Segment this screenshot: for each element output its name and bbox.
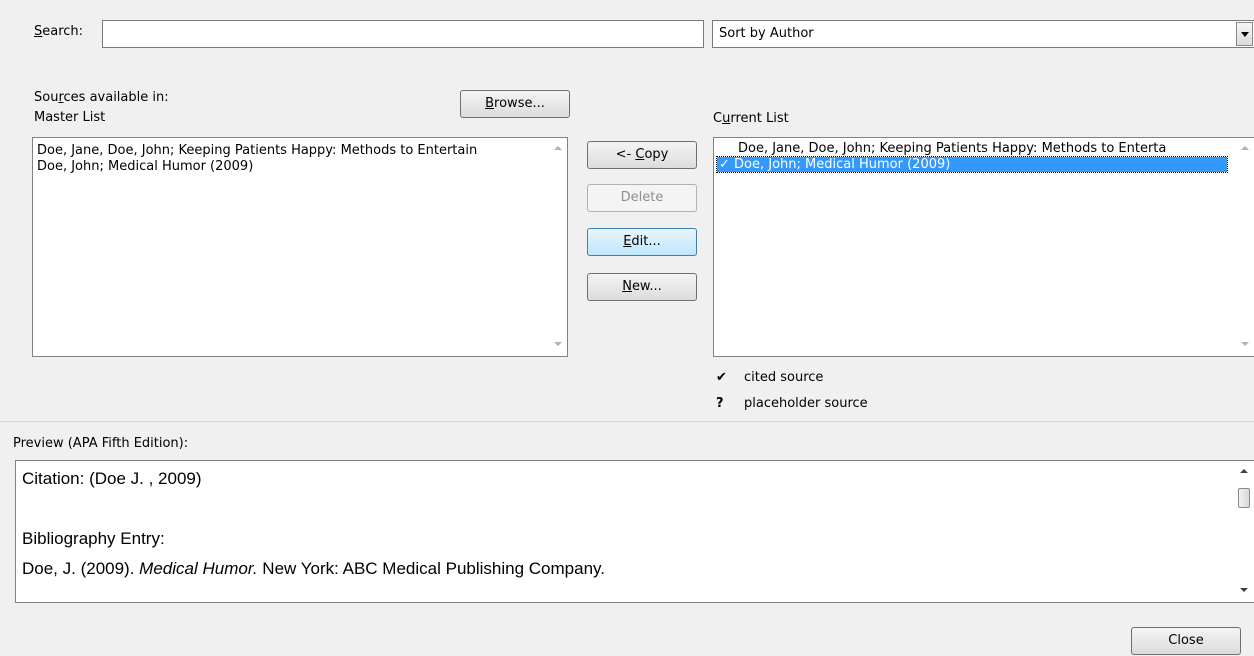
check-icon: ✓ <box>719 157 730 172</box>
master-list-scrollbar[interactable] <box>550 138 567 356</box>
list-item[interactable]: Doe, John; Medical Humor (2009) <box>37 159 253 174</box>
placeholder-source-label: placeholder source <box>744 396 868 411</box>
edit-button[interactable]: Edit... <box>587 228 697 256</box>
sort-dropdown[interactable]: Sort by Author <box>712 20 1254 48</box>
search-input[interactable] <box>102 20 704 48</box>
master-list-label: Master List <box>34 110 106 125</box>
sources-available-label: Sources available in: <box>34 90 169 105</box>
list-item[interactable]: Doe, Jane, Doe, John; Keeping Patients H… <box>738 141 1166 156</box>
scroll-thumb[interactable] <box>1238 488 1250 508</box>
check-icon: ✔ <box>716 370 727 385</box>
list-item-selected[interactable]: ✓ Doe, John; Medical Humor (2009) <box>716 156 1228 173</box>
current-list-scrollbar[interactable] <box>1237 138 1254 356</box>
new-button[interactable]: New... <box>587 273 697 301</box>
scroll-up-icon[interactable] <box>554 146 562 150</box>
scroll-up-icon[interactable] <box>1240 469 1248 473</box>
scroll-down-icon[interactable] <box>554 342 562 346</box>
scroll-down-icon[interactable] <box>1240 588 1248 592</box>
citation-text: Citation: (Doe J. , 2009) <box>22 469 202 488</box>
master-list[interactable]: Doe, Jane, Doe, John; Keeping Patients H… <box>32 137 568 357</box>
bibliography-heading: Bibliography Entry: <box>22 529 165 548</box>
chevron-down-icon[interactable] <box>1236 22 1253 46</box>
preview-label: Preview (APA Fifth Edition): <box>13 436 189 451</box>
browse-button[interactable]: Browse... <box>460 90 570 118</box>
delete-button[interactable]: Delete <box>587 184 697 212</box>
list-item[interactable]: Doe, Jane, Doe, John; Keeping Patients H… <box>37 143 477 158</box>
sort-dropdown-value: Sort by Author <box>719 26 814 41</box>
divider <box>0 421 1254 422</box>
scroll-up-icon[interactable] <box>1241 146 1249 150</box>
current-list[interactable]: Doe, Jane, Doe, John; Keeping Patients H… <box>713 137 1254 357</box>
bibliography-entry: Doe, J. (2009). Medical Humor. New York:… <box>22 559 605 578</box>
scroll-down-icon[interactable] <box>1241 342 1249 346</box>
search-label: Search: <box>34 24 84 39</box>
preview-box[interactable]: Citation: (Doe J. , 2009) Bibliography E… <box>15 460 1254 603</box>
copy-button[interactable]: <- Copy <box>587 141 697 169</box>
preview-scrollbar[interactable] <box>1236 461 1254 602</box>
current-list-label: Current List <box>713 111 789 126</box>
close-button[interactable]: Close <box>1131 627 1241 655</box>
cited-source-label: cited source <box>744 370 824 385</box>
question-icon: ? <box>716 396 724 411</box>
